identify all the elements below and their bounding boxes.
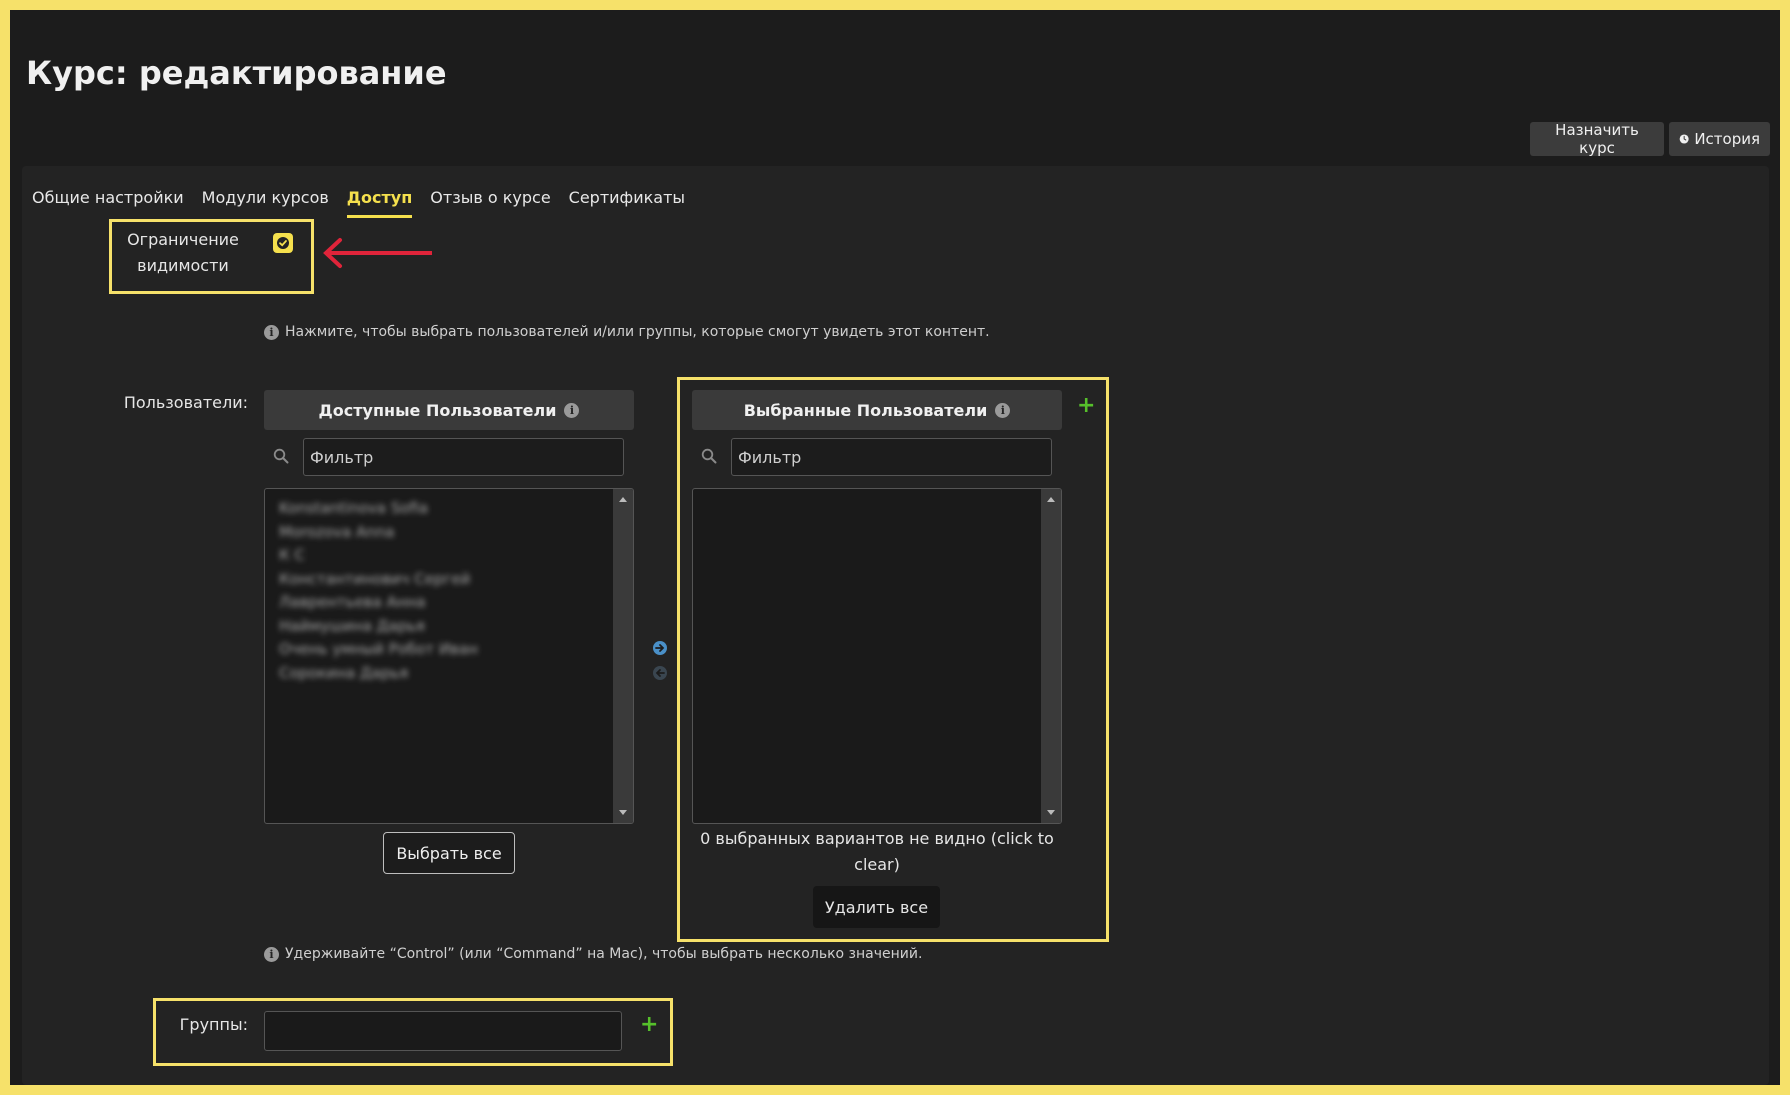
list-item[interactable]: Konstantinova Sofia [279,497,619,521]
scroll-up-icon[interactable] [1047,497,1055,502]
selected-users-title: Выбранные Пользователи [743,400,988,420]
assign-course-button[interactable]: Назначить курс [1530,121,1664,157]
tab-course-modules[interactable]: Модули курсов [202,188,329,218]
history-button[interactable]: История [1669,122,1770,156]
app-window: Курс: редактирование Назначить курс Исто… [10,10,1780,1085]
move-left-arrow-icon[interactable] [652,665,668,681]
select-all-button[interactable]: Выбрать все [383,832,515,874]
available-users-listbox[interactable]: Konstantinova Sofia Morozova Anna К С Ко… [264,488,634,824]
list-item[interactable]: Наймушина Дарья [279,615,619,639]
tab-course-feedback[interactable]: Отзыв о курсе [430,188,550,218]
tab-certificates[interactable]: Сертификаты [569,188,685,218]
visibility-hint: i Нажмите, чтобы выбрать пользователей и… [264,324,990,340]
available-users-items: Konstantinova Sofia Morozova Anna К С Ко… [265,489,633,693]
selected-users-filter-input[interactable] [731,438,1052,476]
scroll-down-icon[interactable] [619,810,627,815]
hidden-selected-clear-link[interactable]: 0 выбранных вариантов не видно (click to… [692,826,1062,878]
info-icon: i [264,946,279,962]
visibility-label-line2: видимости [137,256,229,275]
info-icon[interactable]: i [564,402,580,418]
groups-input[interactable] [264,1011,622,1051]
content-panel: Общие настройки Модули курсов Доступ Отз… [22,166,1769,1085]
tab-access[interactable]: Доступ [346,188,413,218]
selected-users-listbox[interactable] [692,488,1062,824]
available-users-title: Доступные Пользователи [318,400,557,420]
selected-users-scrollbar[interactable] [1041,489,1061,823]
scroll-down-icon[interactable] [1047,810,1055,815]
checkmark-icon [277,237,289,249]
info-icon[interactable]: i [995,402,1011,418]
search-icon [701,448,717,464]
multi-select-hint: i Удерживайте “Control” (или “Command” н… [264,946,922,962]
move-right-arrow-icon[interactable] [652,640,668,656]
page-title: Курс: редактирование [26,54,447,92]
list-item[interactable]: К С [279,544,619,568]
available-users-scrollbar[interactable] [613,489,633,823]
multi-select-hint-text: Удерживайте “Control” (или “Command” на … [285,946,923,962]
tab-general-settings[interactable]: Общие настройки [32,188,184,218]
groups-label: Группы: [179,1015,248,1034]
search-icon [273,448,289,464]
info-icon: i [264,324,279,340]
scroll-up-icon[interactable] [619,497,627,502]
list-item[interactable]: Morozova Anna [279,521,619,545]
visibility-hint-text: Нажмите, чтобы выбрать пользователей и/и… [285,324,990,340]
selected-users-header: Выбранные Пользователи i [692,390,1062,430]
remove-all-button[interactable]: Удалить все [813,886,940,928]
clock-icon [1679,134,1689,144]
add-user-plus-icon[interactable]: + [1077,395,1095,417]
hidden-selected-line1: 0 выбранных вариантов не видно (click to [700,829,1054,848]
visibility-checkbox[interactable] [273,233,293,253]
available-users-header: Доступные Пользователи i [264,390,634,430]
list-item[interactable]: Лаврентьева Анна [279,591,619,615]
add-group-plus-icon[interactable]: + [640,1014,658,1036]
tab-bar: Общие настройки Модули курсов Доступ Отз… [32,188,685,218]
list-item[interactable]: Сорокина Дарья [279,662,619,686]
available-users-filter-input[interactable] [303,438,624,476]
visibility-label: Ограничение видимости [118,227,248,279]
users-label: Пользователи: [123,393,248,412]
list-item[interactable]: Очень умный Робот Иван [279,638,619,662]
list-item[interactable]: Константинович Сергей [279,568,619,592]
red-arrow-annotation-icon [323,238,432,268]
hidden-selected-line2: clear) [854,855,900,874]
visibility-label-line1: Ограничение [127,230,239,249]
history-button-label: История [1694,130,1760,148]
